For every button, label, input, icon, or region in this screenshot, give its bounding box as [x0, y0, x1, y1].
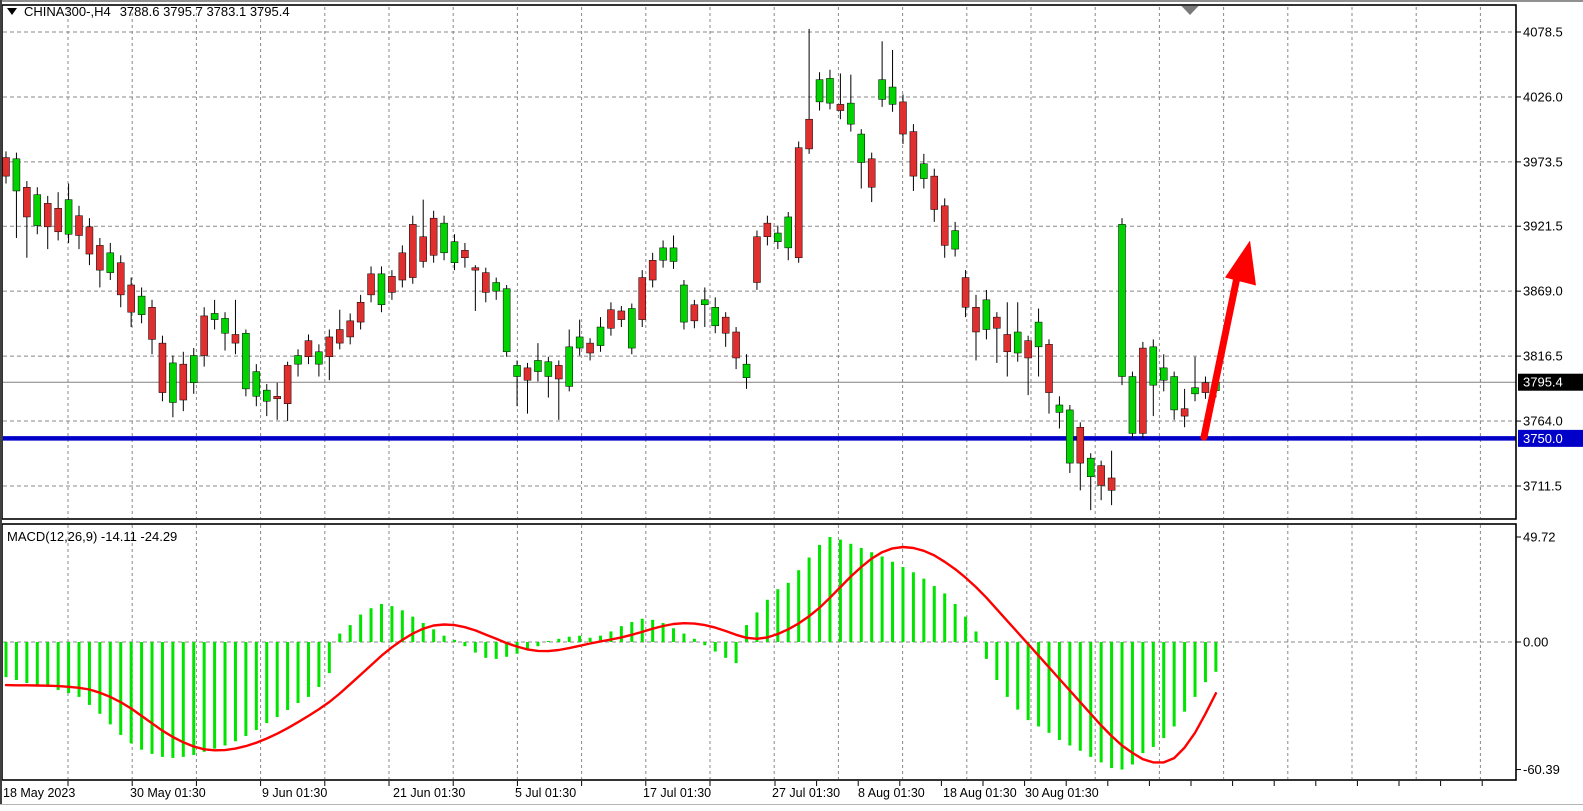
time-axis-label: 8 Aug 01:30: [858, 786, 925, 800]
macd-indicator-label: MACD(12,26,9) -14.11 -24.29: [7, 529, 177, 544]
time-axis-label: 18 May 2023: [3, 786, 75, 800]
price-axis-label: 3869.0: [1523, 284, 1563, 299]
macd-axis[interactable]: 49.72 0.00 -60.39: [1516, 530, 1560, 778]
time-axis[interactable]: 18 May 2023 30 May 01:30 9 Jun 01:30 21 Jun…: [3, 781, 1482, 800]
chart-title: CHINA300-,H4 3788.6 3795.7 3783.1 3795.4: [7, 4, 290, 19]
macd-signal-line: [6, 547, 1216, 762]
time-axis-label: 27 Jul 01:30: [772, 786, 840, 800]
macd-axis-label: 49.72: [1523, 530, 1556, 545]
macd-axis-label: 0.00: [1523, 635, 1548, 650]
current-price-badge: 3795.4: [1518, 374, 1583, 391]
chart-canvas[interactable]: 18 May 2023 30 May 01:30 9 Jun 01:30 21 Jun…: [0, 0, 1583, 811]
price-axis-label: 3921.5: [1523, 219, 1563, 234]
chart-shift-marker-icon[interactable]: [1182, 6, 1199, 15]
ohlc-values: 3788.6 3795.7 3783.1 3795.4: [120, 4, 290, 19]
trend-arrow[interactable]: [1204, 240, 1256, 437]
price-axis[interactable]: 4078.5 4026.0 3973.5 3921.5 3869.0 3816.5 3764…: [1516, 25, 1563, 494]
price-axis-label: 3973.5: [1523, 154, 1563, 169]
price-axis-label: 4026.0: [1523, 89, 1563, 104]
price-axis-label: 3711.5: [1523, 479, 1562, 494]
support-price-badge-text: 3750.0: [1523, 431, 1563, 446]
price-axis-label: 3764.0: [1523, 414, 1563, 429]
current-price-badge-text: 3795.4: [1523, 375, 1563, 390]
grid-lines: [3, 7, 1516, 779]
time-axis-label: 30 May 01:30: [130, 786, 206, 800]
price-axis-label: 4078.5: [1523, 25, 1563, 40]
macd-axis-label: -60.39: [1523, 762, 1560, 777]
time-axis-label: 9 Jun 01:30: [262, 786, 327, 800]
time-axis-label: 30 Aug 01:30: [1025, 786, 1099, 800]
time-axis-label: 18 Aug 01:30: [943, 786, 1017, 800]
panel-frames: [0, 0, 1583, 805]
time-axis-label: 21 Jun 01:30: [393, 786, 465, 800]
time-axis-label: 17 Jul 01:30: [643, 786, 711, 800]
symbol-timeframe: CHINA300-,H4: [24, 4, 111, 19]
price-axis-label: 3816.5: [1523, 349, 1563, 364]
time-axis-label: 5 Jul 01:30: [515, 786, 576, 800]
symbol-dropdown-icon[interactable]: [7, 8, 17, 15]
support-price-badge: 3750.0: [1518, 430, 1583, 447]
